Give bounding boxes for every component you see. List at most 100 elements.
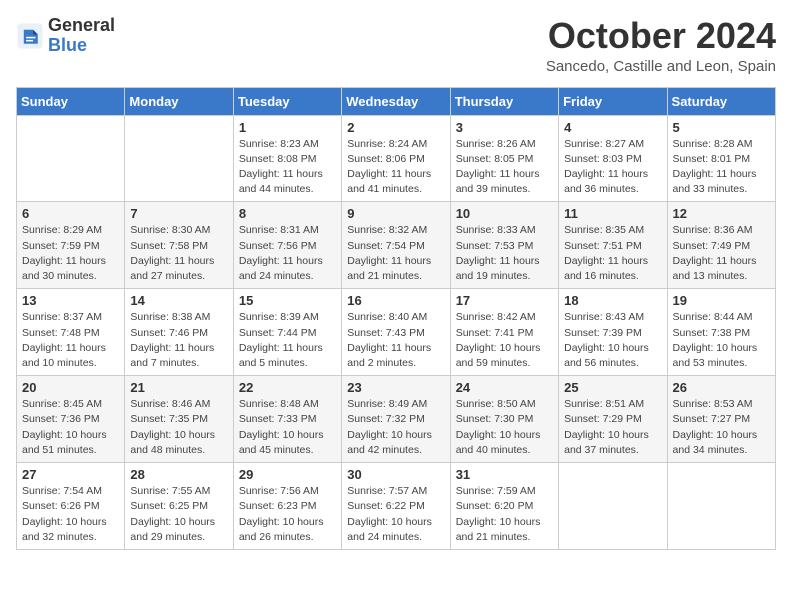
logo-icon [16,22,44,50]
day-cell: 25 Sunrise: 8:51 AM Sunset: 7:29 PM Dayli… [559,376,667,463]
day-info: Sunrise: 8:44 AM Sunset: 7:38 PM Dayligh… [673,310,770,371]
header-cell-friday: Friday [559,87,667,115]
day-number: 5 [673,120,770,135]
day-cell: 23 Sunrise: 8:49 AM Sunset: 7:32 PM Dayli… [342,376,450,463]
day-number: 17 [456,293,553,308]
day-cell [667,463,775,550]
day-info: Sunrise: 8:46 AM Sunset: 7:35 PM Dayligh… [130,397,227,458]
day-info: Sunrise: 8:36 AM Sunset: 7:49 PM Dayligh… [673,223,770,284]
day-number: 24 [456,380,553,395]
day-number: 12 [673,206,770,221]
day-cell [17,115,125,202]
day-number: 25 [564,380,661,395]
week-row: 1 Sunrise: 8:23 AM Sunset: 8:08 PM Daylig… [17,115,776,202]
day-number: 28 [130,467,227,482]
header-cell-saturday: Saturday [667,87,775,115]
day-cell: 26 Sunrise: 8:53 AM Sunset: 7:27 PM Dayli… [667,376,775,463]
logo-text: General Blue [48,16,115,56]
day-cell: 14 Sunrise: 8:38 AM Sunset: 7:46 PM Dayli… [125,289,233,376]
day-number: 16 [347,293,444,308]
day-cell: 6 Sunrise: 8:29 AM Sunset: 7:59 PM Daylig… [17,202,125,289]
day-cell: 10 Sunrise: 8:33 AM Sunset: 7:53 PM Dayli… [450,202,558,289]
week-row: 27Sunrise: 7:54 AM Sunset: 6:26 PM Dayli… [17,463,776,550]
day-info: Sunrise: 8:23 AM Sunset: 8:08 PM Dayligh… [239,137,336,198]
day-number: 26 [673,380,770,395]
day-cell: 1 Sunrise: 8:23 AM Sunset: 8:08 PM Daylig… [233,115,341,202]
day-number: 15 [239,293,336,308]
day-cell: 12 Sunrise: 8:36 AM Sunset: 7:49 PM Dayli… [667,202,775,289]
week-row: 13Sunrise: 8:37 AM Sunset: 7:48 PM Dayli… [17,289,776,376]
day-cell [125,115,233,202]
day-info: Sunrise: 8:50 AM Sunset: 7:30 PM Dayligh… [456,397,553,458]
calendar-header: SundayMondayTuesdayWednesdayThursdayFrid… [17,87,776,115]
day-cell: 4 Sunrise: 8:27 AM Sunset: 8:03 PM Daylig… [559,115,667,202]
location-title: Sancedo, Castille and Leon, Spain [546,58,776,75]
day-cell: 3 Sunrise: 8:26 AM Sunset: 8:05 PM Daylig… [450,115,558,202]
logo: General Blue [16,16,115,56]
day-info: Sunrise: 7:56 AM Sunset: 6:23 PM Dayligh… [239,484,336,545]
day-number: 4 [564,120,661,135]
day-info: Sunrise: 7:55 AM Sunset: 6:25 PM Dayligh… [130,484,227,545]
day-info: Sunrise: 8:39 AM Sunset: 7:44 PM Dayligh… [239,310,336,371]
day-number: 1 [239,120,336,135]
day-number: 10 [456,206,553,221]
day-number: 31 [456,467,553,482]
header-cell-tuesday: Tuesday [233,87,341,115]
day-info: Sunrise: 7:59 AM Sunset: 6:20 PM Dayligh… [456,484,553,545]
day-number: 23 [347,380,444,395]
day-cell: 22Sunrise: 8:48 AM Sunset: 7:33 PM Dayli… [233,376,341,463]
header-cell-thursday: Thursday [450,87,558,115]
day-cell: 9 Sunrise: 8:32 AM Sunset: 7:54 PM Daylig… [342,202,450,289]
day-number: 7 [130,206,227,221]
day-number: 11 [564,206,661,221]
day-info: Sunrise: 8:24 AM Sunset: 8:06 PM Dayligh… [347,137,444,198]
header-row: SundayMondayTuesdayWednesdayThursdayFrid… [17,87,776,115]
day-cell: 30Sunrise: 7:57 AM Sunset: 6:22 PM Dayli… [342,463,450,550]
calendar-body: 1 Sunrise: 8:23 AM Sunset: 8:08 PM Daylig… [17,115,776,549]
day-number: 22 [239,380,336,395]
title-block: October 2024 Sancedo, Castille and Leon,… [546,16,776,75]
day-cell: 24 Sunrise: 8:50 AM Sunset: 7:30 PM Dayli… [450,376,558,463]
day-info: Sunrise: 8:32 AM Sunset: 7:54 PM Dayligh… [347,223,444,284]
day-number: 29 [239,467,336,482]
day-cell [559,463,667,550]
day-cell: 20Sunrise: 8:45 AM Sunset: 7:36 PM Dayli… [17,376,125,463]
day-cell: 18Sunrise: 8:43 AM Sunset: 7:39 PM Dayli… [559,289,667,376]
day-number: 19 [673,293,770,308]
day-cell: 19 Sunrise: 8:44 AM Sunset: 7:38 PM Dayli… [667,289,775,376]
day-info: Sunrise: 7:54 AM Sunset: 6:26 PM Dayligh… [22,484,119,545]
day-cell: 16 Sunrise: 8:40 AM Sunset: 7:43 PM Dayli… [342,289,450,376]
day-info: Sunrise: 8:29 AM Sunset: 7:59 PM Dayligh… [22,223,119,284]
day-cell: 15 Sunrise: 8:39 AM Sunset: 7:44 PM Dayli… [233,289,341,376]
day-number: 14 [130,293,227,308]
month-title: October 2024 [546,16,776,56]
day-number: 3 [456,120,553,135]
day-cell: 17Sunrise: 8:42 AM Sunset: 7:41 PM Dayli… [450,289,558,376]
day-cell: 11 Sunrise: 8:35 AM Sunset: 7:51 PM Dayli… [559,202,667,289]
header-cell-monday: Monday [125,87,233,115]
day-cell: 13Sunrise: 8:37 AM Sunset: 7:48 PM Dayli… [17,289,125,376]
day-info: Sunrise: 8:53 AM Sunset: 7:27 PM Dayligh… [673,397,770,458]
day-info: Sunrise: 8:51 AM Sunset: 7:29 PM Dayligh… [564,397,661,458]
day-cell: 27Sunrise: 7:54 AM Sunset: 6:26 PM Dayli… [17,463,125,550]
day-cell: 2Sunrise: 8:24 AM Sunset: 8:06 PM Daylig… [342,115,450,202]
day-cell: 29 Sunrise: 7:56 AM Sunset: 6:23 PM Dayli… [233,463,341,550]
day-info: Sunrise: 8:31 AM Sunset: 7:56 PM Dayligh… [239,223,336,284]
day-number: 21 [130,380,227,395]
day-number: 30 [347,467,444,482]
day-number: 6 [22,206,119,221]
day-info: Sunrise: 8:49 AM Sunset: 7:32 PM Dayligh… [347,397,444,458]
day-cell: 5Sunrise: 8:28 AM Sunset: 8:01 PM Daylig… [667,115,775,202]
week-row: 6 Sunrise: 8:29 AM Sunset: 7:59 PM Daylig… [17,202,776,289]
day-info: Sunrise: 8:33 AM Sunset: 7:53 PM Dayligh… [456,223,553,284]
day-info: Sunrise: 8:38 AM Sunset: 7:46 PM Dayligh… [130,310,227,371]
day-number: 9 [347,206,444,221]
calendar-table: SundayMondayTuesdayWednesdayThursdayFrid… [16,87,776,550]
day-info: Sunrise: 8:26 AM Sunset: 8:05 PM Dayligh… [456,137,553,198]
page-header: General Blue October 2024 Sancedo, Casti… [16,16,776,75]
day-info: Sunrise: 8:27 AM Sunset: 8:03 PM Dayligh… [564,137,661,198]
day-cell: 31 Sunrise: 7:59 AM Sunset: 6:20 PM Dayli… [450,463,558,550]
day-info: Sunrise: 8:43 AM Sunset: 7:39 PM Dayligh… [564,310,661,371]
day-info: Sunrise: 8:40 AM Sunset: 7:43 PM Dayligh… [347,310,444,371]
day-info: Sunrise: 8:35 AM Sunset: 7:51 PM Dayligh… [564,223,661,284]
